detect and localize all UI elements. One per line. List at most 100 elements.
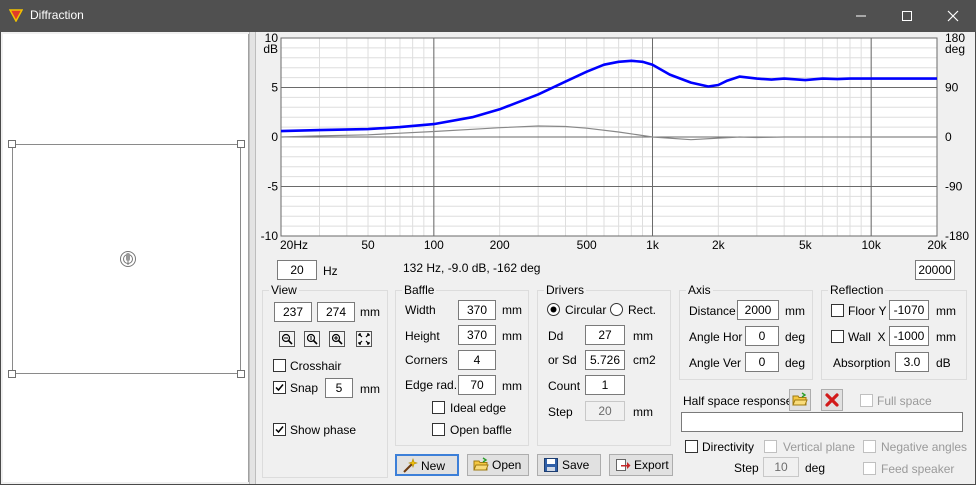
zoom-out-icon[interactable] bbox=[279, 331, 295, 347]
half-space-path-input[interactable] bbox=[681, 412, 963, 432]
directivity-step-input[interactable]: 10 bbox=[763, 457, 799, 477]
wall-checkbox[interactable] bbox=[831, 330, 844, 343]
maximize-button[interactable] bbox=[884, 0, 930, 32]
minimize-button[interactable] bbox=[838, 0, 884, 32]
drivers-group-title: Drivers bbox=[544, 283, 586, 297]
directivity-step-label: Step bbox=[734, 461, 759, 475]
edge-rad-label: Edge rad. bbox=[405, 378, 458, 392]
save-button[interactable]: Save bbox=[537, 454, 601, 476]
directivity-checkbox[interactable] bbox=[685, 440, 698, 453]
x-tick-label: 20Hz bbox=[280, 238, 308, 252]
absorption-label: Absorption bbox=[833, 356, 891, 370]
response-chart[interactable]: 20Hz 50 100 200 500 1k 2k 5k 10k 20k1050-5-10dB18… bbox=[257, 32, 975, 254]
snap-input[interactable]: 5 bbox=[325, 378, 353, 398]
circular-label: Circular bbox=[565, 303, 607, 317]
half-space-clear-button[interactable] bbox=[821, 389, 843, 411]
open-button-label: Open bbox=[492, 458, 522, 472]
y-tick-label-left: -5 bbox=[267, 180, 278, 194]
view-height-input[interactable]: 274 bbox=[317, 302, 355, 322]
minimize-icon bbox=[856, 15, 866, 17]
folder-open-icon bbox=[473, 457, 489, 471]
half-space-label: Half space response bbox=[683, 394, 793, 408]
circular-radio[interactable] bbox=[547, 303, 560, 316]
corners-label: Corners bbox=[405, 353, 448, 367]
new-button[interactable]: New bbox=[395, 454, 459, 476]
feed-speaker-checkbox[interactable] bbox=[863, 462, 876, 475]
baffle-height-input[interactable]: 370 bbox=[458, 325, 496, 345]
axis-group-title: Axis bbox=[686, 283, 713, 297]
rect-label: Rect. bbox=[628, 303, 657, 317]
absorption-unit: dB bbox=[936, 356, 951, 370]
floor-checkbox[interactable] bbox=[831, 304, 844, 317]
rect-radio[interactable] bbox=[610, 303, 623, 316]
resize-handle[interactable] bbox=[237, 370, 245, 378]
x-tick-label: 200 bbox=[490, 238, 510, 252]
y-tick-label-right: 90 bbox=[945, 81, 959, 95]
magic-wand-icon bbox=[403, 458, 418, 473]
baffle-view-canvas[interactable] bbox=[3, 34, 249, 482]
wall-input[interactable]: -1000 bbox=[889, 326, 929, 346]
distance-unit: mm bbox=[785, 304, 805, 318]
x-tick-label: 100 bbox=[424, 238, 444, 252]
freq-max-input[interactable]: 20000 bbox=[915, 260, 955, 280]
view-width-input[interactable]: 237 bbox=[274, 302, 312, 322]
baffle-width-label: Width bbox=[405, 303, 436, 317]
angle-ver-input[interactable]: 0 bbox=[745, 352, 779, 372]
negative-angles-checkbox[interactable] bbox=[863, 440, 876, 453]
driver-icon[interactable] bbox=[119, 250, 137, 268]
pane-splitter[interactable] bbox=[249, 32, 256, 484]
crosshair-checkbox[interactable] bbox=[273, 359, 286, 372]
half-space-open-button[interactable] bbox=[789, 389, 811, 411]
radio-dot-icon bbox=[550, 306, 557, 313]
x-tick-label: 50 bbox=[361, 238, 375, 252]
ideal-edge-checkbox[interactable] bbox=[432, 401, 445, 414]
absorption-input[interactable]: 3.0 bbox=[895, 352, 929, 372]
export-button-label: Export bbox=[634, 458, 669, 472]
freq-min-input[interactable]: 20 bbox=[277, 260, 317, 280]
vertical-plane-checkbox[interactable] bbox=[764, 440, 777, 453]
dd-label: Dd bbox=[548, 329, 564, 343]
wall-unit: mm bbox=[936, 330, 956, 344]
zoom-fit-icon[interactable] bbox=[304, 331, 320, 347]
y-tick-label-right: 0 bbox=[945, 130, 952, 144]
full-space-label: Full space bbox=[877, 394, 932, 408]
edge-rad-input[interactable]: 70 bbox=[458, 375, 496, 395]
floor-input[interactable]: -1070 bbox=[889, 300, 929, 320]
zoom-extents-icon[interactable] bbox=[356, 331, 372, 347]
ideal-edge-label: Ideal edge bbox=[450, 401, 507, 415]
baffle-height-label: Height bbox=[405, 329, 440, 343]
open-baffle-checkbox[interactable] bbox=[432, 423, 445, 436]
baffle-height-unit: mm bbox=[502, 329, 522, 343]
x-tick-label: 500 bbox=[577, 238, 597, 252]
sd-input[interactable]: 5.726 bbox=[585, 350, 625, 370]
y-tick-label-right: -180 bbox=[945, 229, 969, 243]
resize-handle[interactable] bbox=[237, 140, 245, 148]
resize-handle[interactable] bbox=[8, 370, 16, 378]
open-button[interactable]: Open bbox=[467, 454, 529, 476]
y-tick-label-left: 0 bbox=[271, 130, 278, 144]
view-group-title: View bbox=[269, 283, 299, 297]
count-input[interactable]: 1 bbox=[585, 375, 625, 395]
resize-handle[interactable] bbox=[8, 140, 16, 148]
floor-unit: mm bbox=[936, 304, 956, 318]
x-tick-label: 2k bbox=[712, 238, 726, 252]
baffle-width-unit: mm bbox=[502, 303, 522, 317]
step-input[interactable]: 20 bbox=[585, 401, 625, 421]
export-button[interactable]: Export bbox=[609, 454, 673, 476]
vertical-plane-label: Vertical plane bbox=[783, 440, 856, 454]
zoom-in-icon[interactable] bbox=[329, 331, 345, 347]
close-button[interactable] bbox=[930, 0, 976, 32]
y-axis-unit-right: deg bbox=[945, 42, 965, 56]
snap-checkbox[interactable] bbox=[273, 381, 286, 394]
angle-hor-input[interactable]: 0 bbox=[745, 326, 779, 346]
directivity-step-unit: deg bbox=[805, 461, 826, 475]
corners-input[interactable]: 4 bbox=[458, 350, 496, 370]
full-space-checkbox[interactable] bbox=[860, 394, 873, 407]
distance-input[interactable]: 2000 bbox=[737, 300, 779, 320]
wall-label: Wall X bbox=[848, 330, 886, 344]
dd-input[interactable]: 27 bbox=[585, 325, 625, 345]
x-tick-label: 1k bbox=[646, 238, 660, 252]
show-phase-checkbox[interactable] bbox=[273, 423, 286, 436]
window-title: Diffraction bbox=[30, 8, 84, 22]
baffle-width-input[interactable]: 370 bbox=[458, 300, 496, 320]
